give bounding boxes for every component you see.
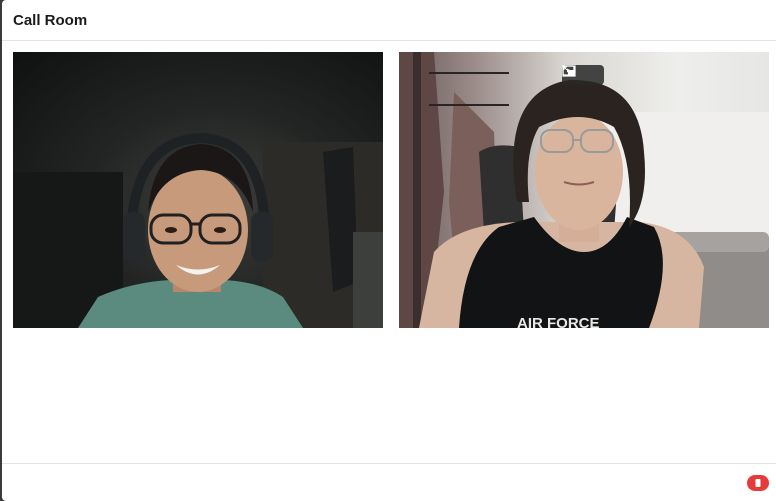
- footer: [2, 463, 776, 501]
- video-grid: AIR FORCE: [13, 52, 769, 328]
- video-tile-local[interactable]: AIR FORCE: [399, 52, 769, 328]
- page-title: Call Room: [13, 11, 88, 29]
- phone-hangup-icon: [755, 479, 761, 487]
- video-feed-local: AIR FORCE: [399, 52, 769, 328]
- video-overlay-controls: [562, 65, 604, 85]
- svg-text:AIR FORCE: AIR FORCE: [517, 315, 600, 328]
- end-call-button[interactable]: [747, 475, 769, 491]
- header: Call Room: [2, 0, 776, 41]
- call-room-window: Call Room AIR FORCE: [2, 0, 776, 501]
- video-feed-remote: [13, 132, 383, 328]
- picture-in-picture-icon[interactable]: [562, 65, 600, 82]
- video-tile-remote[interactable]: [13, 52, 383, 328]
